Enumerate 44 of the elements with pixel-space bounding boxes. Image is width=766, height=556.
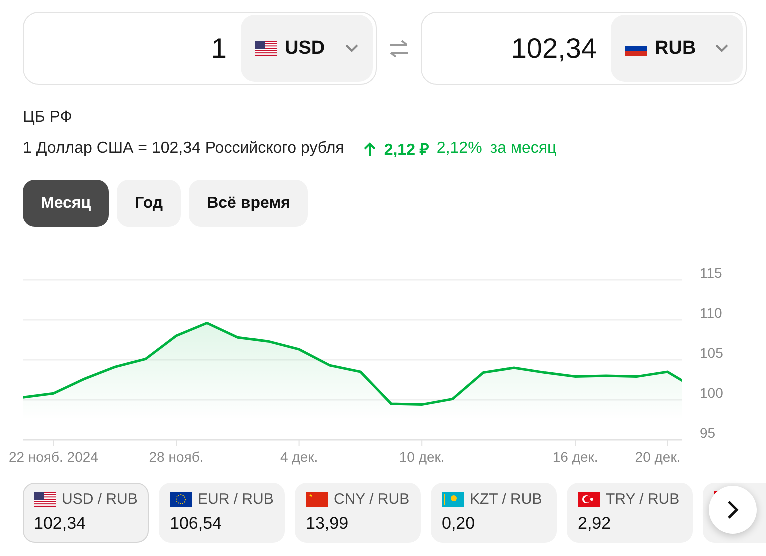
swap-icon[interactable] bbox=[388, 40, 410, 58]
pair-rate: 2,92 bbox=[578, 514, 612, 534]
rate-text: 1 Доллар США = 102,34 Российского рубля bbox=[23, 140, 344, 158]
currency-pair-card[interactable]: CNY / RUB 13,99 bbox=[295, 483, 421, 543]
y-axis-label: 115 bbox=[700, 265, 722, 281]
chevron-down-icon bbox=[715, 44, 729, 53]
pair-rate: 0,20 bbox=[442, 514, 476, 534]
currency-pair-card[interactable]: TRY / RUB 2,92 bbox=[567, 483, 693, 543]
amount-field[interactable]: 1 USD bbox=[23, 12, 377, 85]
currency-pair-card[interactable]: KZT / RUB 0,20 bbox=[431, 483, 557, 543]
chevron-down-icon bbox=[345, 44, 359, 53]
x-axis-label: 28 нояб. bbox=[149, 449, 204, 465]
pair-label: TRY / RUB bbox=[606, 491, 680, 508]
pair-rate: 13,99 bbox=[306, 514, 349, 534]
period-label: за месяц bbox=[490, 140, 557, 158]
period-tab[interactable]: Всё время bbox=[189, 180, 308, 227]
amount-field[interactable]: 102,34 RUB bbox=[421, 12, 747, 85]
x-axis-label: 20 дек. bbox=[635, 449, 681, 465]
change-value: 2,12 ₽ bbox=[384, 141, 429, 160]
pair-label: KZT / RUB bbox=[470, 491, 542, 508]
chevron-right-icon bbox=[726, 500, 740, 520]
y-axis-label: 110 bbox=[700, 305, 722, 321]
pair-rate: 102,34 bbox=[34, 514, 86, 534]
pair-label: USD / RUB bbox=[62, 491, 138, 508]
x-axis-label: 16 дек. bbox=[552, 449, 598, 465]
pair-label: CNY / RUB bbox=[334, 491, 410, 508]
y-axis-label: 105 bbox=[700, 345, 724, 361]
y-axis-label: 95 bbox=[700, 425, 716, 441]
pair-rate: 106,54 bbox=[170, 514, 222, 534]
amount-input[interactable]: 102,34 bbox=[425, 32, 611, 66]
x-axis-label: 4 дек. bbox=[280, 449, 318, 465]
change-percent: 2,12% bbox=[436, 140, 482, 158]
pair-label: EUR / RUB bbox=[198, 491, 274, 508]
source-label: ЦБ РФ bbox=[23, 109, 74, 127]
currency-select[interactable]: RUB bbox=[611, 15, 743, 82]
amount-input[interactable]: 1 bbox=[27, 32, 241, 66]
currency-pair-card[interactable]: USD / RUB 102,34 bbox=[23, 483, 149, 543]
y-axis-label: 100 bbox=[700, 385, 724, 401]
period-tab[interactable]: Месяц bbox=[23, 180, 110, 227]
x-axis-label: 22 нояб. 2024 bbox=[8, 449, 98, 465]
currency-pair-card[interactable]: EUR / RUB 106,54 bbox=[159, 483, 285, 543]
period-tab[interactable]: Год bbox=[117, 180, 182, 227]
currency-select[interactable]: USD bbox=[241, 15, 373, 82]
x-axis-label: 10 дек. bbox=[399, 449, 445, 465]
